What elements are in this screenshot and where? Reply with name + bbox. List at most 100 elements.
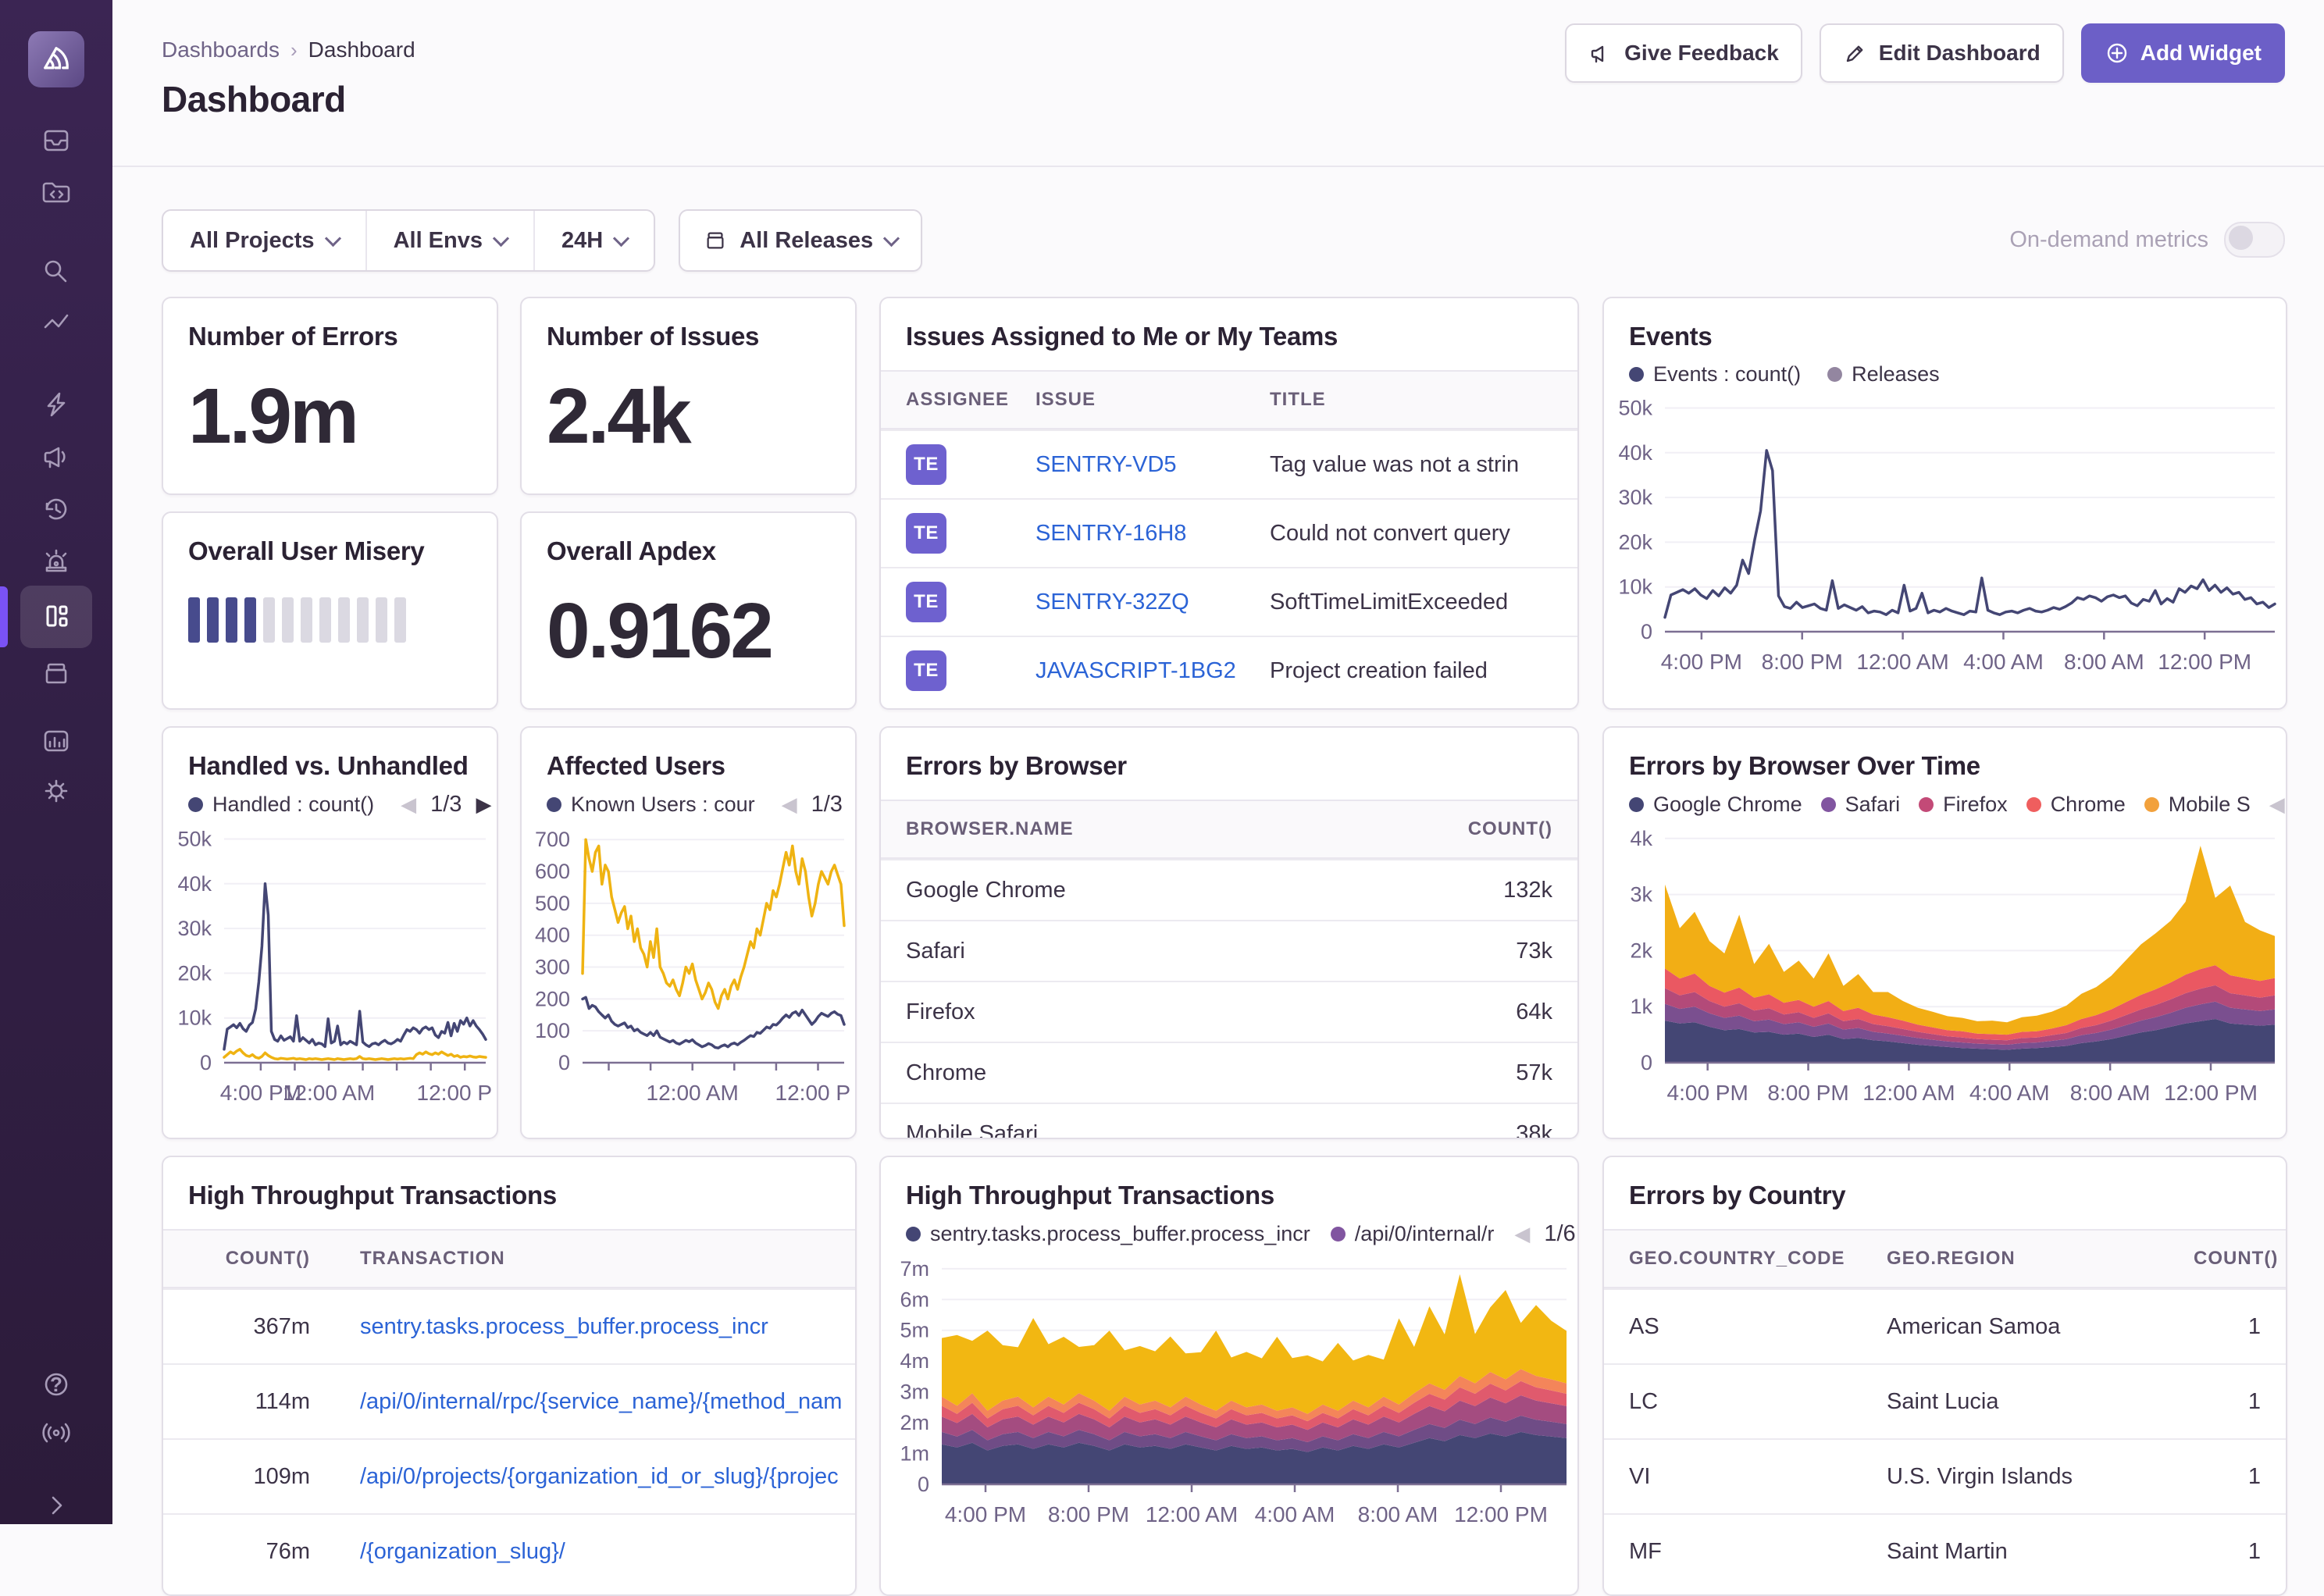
column-header[interactable]: ASSIGNEE [881,372,1011,428]
high-throughput-chart[interactable]: 01m2m3m4m5m6m7m4:00 PM8:00 PM12:00 AM4:0… [881,1247,1577,1536]
avatar[interactable]: TE [906,444,946,485]
time-range-filter[interactable]: 24H [533,211,654,270]
affected-users-chart[interactable]: 010020030040050060070012:00 AM12:00 P [522,818,855,1114]
sidebar-item-traces[interactable] [39,306,73,340]
add-widget-button[interactable]: Add Widget [2081,23,2285,83]
column-header[interactable]: COUNT() [1406,801,1577,857]
table-row[interactable]: Safari73k [881,920,1577,981]
number-of-issues-card[interactable]: Number of Issues 2.4k [520,297,857,495]
sentry-logo[interactable] [28,31,84,87]
table-header[interactable]: GEO.COUNTRY_CODEGEO.REGIONCOUNT() [1604,1229,2286,1288]
column-header[interactable]: ISSUE [1011,372,1245,428]
sidebar-item-stats[interactable] [39,724,73,758]
link-cell[interactable]: JAVASCRIPT-1BG2 [1011,658,1245,684]
column-header[interactable]: TRANSACTION [335,1231,855,1287]
legend-item[interactable]: sentry.tasks.process_buffer.process_incr [906,1222,1310,1246]
releases-filter[interactable]: All Releases [679,209,922,272]
legend-item[interactable]: Events : count() [1629,362,1801,387]
legend-item[interactable]: Safari [1821,793,1901,817]
sidebar-item-issues[interactable] [39,123,73,158]
sidebar-item-replays[interactable] [39,492,73,526]
table-link[interactable]: /{organization_slug}/ [360,1539,565,1564]
table-link[interactable]: sentry.tasks.process_buffer.process_incr [360,1314,768,1339]
sidebar-item-settings[interactable] [39,774,73,808]
column-header[interactable]: BROWSER.NAME [881,801,1406,857]
table-row[interactable]: Firefox64k [881,981,1577,1042]
pager-prev-icon[interactable]: ◀ [2269,793,2285,817]
pager-prev-icon[interactable]: ◀ [782,793,797,817]
table-header[interactable]: COUNT()TRANSACTION [163,1229,855,1288]
link-cell[interactable]: SENTRY-VD5 [1011,452,1245,478]
column-header[interactable]: COUNT() [2169,1231,2286,1287]
ondemand-metrics-toggle[interactable] [2224,222,2285,258]
link-cell[interactable]: /api/0/projects/{organization_id_or_slug… [335,1464,855,1490]
table-link[interactable]: /api/0/projects/{organization_id_or_slug… [360,1464,839,1489]
handled-chart[interactable]: 010k20k30k40k50k4:00 PM12:00 AM12:00 P [163,818,497,1114]
edit-dashboard-button[interactable]: Edit Dashboard [1820,23,2064,83]
table-link[interactable]: SENTRY-VD5 [1035,452,1177,477]
sidebar-item-search[interactable] [39,255,73,289]
table-link[interactable]: SENTRY-16H8 [1035,521,1186,546]
pager-next-icon[interactable]: ▶ [476,793,491,817]
sidebar-item-dashboards[interactable] [39,599,73,633]
table-header[interactable]: ASSIGNEEISSUETITLE [881,370,1577,429]
link-cell[interactable]: SENTRY-32ZQ [1011,590,1245,615]
sidebar-item-whats-new[interactable] [39,1416,73,1450]
pager-prev-icon[interactable]: ◀ [401,793,416,817]
table-row[interactable]: 114m/api/0/internal/rpc/{service_name}/{… [163,1363,855,1438]
sidebar-item-feedback[interactable] [39,440,73,474]
sidebar-item-projects[interactable] [39,175,73,209]
table-row[interactable]: 109m/api/0/projects/{organization_id_or_… [163,1438,855,1513]
avatar[interactable]: TE [906,650,946,691]
avatar[interactable]: TE [906,513,946,554]
link-cell[interactable]: sentry.tasks.process_buffer.process_incr [335,1314,855,1340]
legend-item[interactable]: /api/0/internal/r [1331,1222,1495,1246]
affected-users-card[interactable]: Affected Users Known Users : cour◀1/3▶ 0… [520,726,857,1139]
table-row[interactable]: TESENTRY-32ZQSoftTimeLimitExceeded [881,567,1577,636]
table-row[interactable]: ASAmerican Samoa1 [1604,1288,2286,1363]
table-link[interactable]: JAVASCRIPT-1BG2 [1035,658,1236,683]
browser-over-time-chart[interactable]: 01k2k3k4k4:00 PM8:00 PM12:00 AM4:00 AM8:… [1604,818,2286,1114]
table-row[interactable]: Mobile Safari38k [881,1103,1577,1139]
table-link[interactable]: SENTRY-32ZQ [1035,590,1189,615]
high-throughput-chart-card[interactable]: High Throughput Transactions sentry.task… [879,1156,1579,1596]
link-cell[interactable]: /api/0/internal/rpc/{service_name}/{meth… [335,1389,855,1415]
table-row[interactable]: Google Chrome132k [881,859,1577,920]
sidebar-item-help[interactable]: ? [39,1367,73,1402]
projects-filter[interactable]: All Projects [163,211,365,270]
link-cell[interactable]: SENTRY-16H8 [1011,521,1245,547]
handled-vs-unhandled-card[interactable]: Handled vs. Unhandled Handled : count()◀… [162,726,498,1139]
legend-item[interactable]: Chrome [2026,793,2126,817]
table-link[interactable]: /api/0/internal/rpc/{service_name}/{meth… [360,1389,842,1414]
legend-item[interactable]: Google Chrome [1629,793,1802,817]
column-header[interactable]: GEO.REGION [1862,1231,2169,1287]
table-row[interactable]: 76m/{organization_slug}/ [163,1513,855,1588]
legend-item[interactable]: Mobile S [2144,793,2251,817]
errors-by-country-card[interactable]: Errors by Country GEO.COUNTRY_CODEGEO.RE… [1602,1156,2287,1596]
events-card[interactable]: Events Events : count()Releases 010k20k3… [1602,297,2287,710]
breadcrumb-dashboards[interactable]: Dashboards [162,37,280,62]
table-row[interactable]: TESENTRY-VD5Tag value was not a strin [881,429,1577,498]
issues-assigned-card[interactable]: Issues Assigned to Me or My Teams ASSIGN… [879,297,1579,710]
sidebar-collapse-button[interactable] [39,1487,73,1522]
legend-item[interactable]: Known Users : cour [547,793,755,817]
table-row[interactable]: Chrome57k [881,1042,1577,1103]
apdex-card[interactable]: Overall Apdex 0.9162 [520,511,857,710]
legend-item[interactable]: Firefox [1919,793,2008,817]
table-row[interactable]: TEJAVASCRIPT-1BG2Project creation failed [881,636,1577,704]
number-of-errors-card[interactable]: Number of Errors 1.9m [162,297,498,495]
sidebar-item-performance[interactable] [39,387,73,422]
environments-filter[interactable]: All Envs [365,211,533,270]
sidebar-item-releases[interactable] [39,656,73,690]
column-header[interactable]: TITLE [1245,372,1577,428]
give-feedback-button[interactable]: Give Feedback [1565,23,1802,83]
events-chart[interactable]: 010k20k30k40k50k4:00 PM8:00 PM12:00 AM4:… [1604,387,2286,683]
column-header[interactable]: GEO.COUNTRY_CODE [1604,1231,1862,1287]
table-row[interactable]: 367msentry.tasks.process_buffer.process_… [163,1288,855,1363]
errors-by-browser-over-time-card[interactable]: Errors by Browser Over Time Google Chrom… [1602,726,2287,1139]
avatar[interactable]: TE [906,582,946,622]
link-cell[interactable]: /{organization_slug}/ [335,1539,855,1565]
table-row[interactable]: LCSaint Lucia1 [1604,1363,2286,1438]
high-throughput-table-card[interactable]: High Throughput Transactions COUNT()TRAN… [162,1156,857,1596]
table-row[interactable]: VIU.S. Virgin Islands1 [1604,1438,2286,1513]
